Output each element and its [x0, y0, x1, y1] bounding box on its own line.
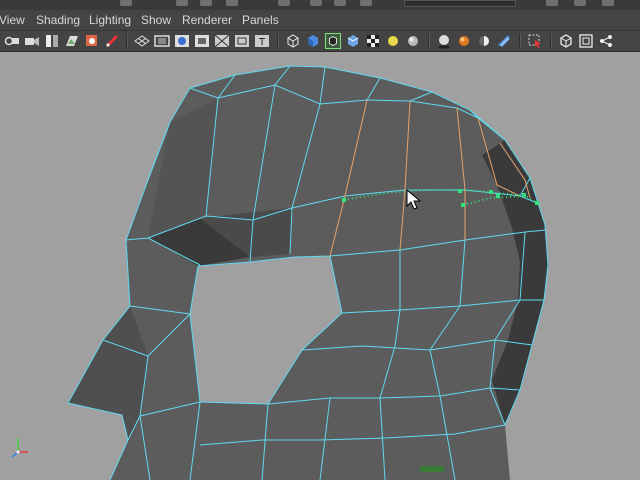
toolbar-separator: [126, 34, 128, 48]
resolution-gate-icon[interactable]: [174, 33, 190, 49]
camera-attributes-icon[interactable]: [24, 33, 40, 49]
xray-icon[interactable]: [558, 33, 574, 49]
toolbar-separator: [277, 34, 279, 48]
shelf-icon[interactable]: [200, 0, 212, 6]
default-light-icon[interactable]: [385, 33, 401, 49]
safe-action-icon[interactable]: [234, 33, 250, 49]
shadows-icon[interactable]: [436, 33, 452, 49]
field-chart-icon[interactable]: [214, 33, 230, 49]
shelf-icon[interactable]: [334, 0, 346, 6]
panel-toolbar: T: [0, 31, 640, 52]
wireframe-on-shaded-icon[interactable]: [325, 33, 341, 49]
panel-menu-bar: View Shading Lighting Show Renderer Pane…: [0, 10, 640, 31]
shelf-icon[interactable]: [226, 0, 238, 6]
image-plane-icon[interactable]: [64, 33, 80, 49]
shelf-icon[interactable]: [310, 0, 322, 6]
xray-joints-icon[interactable]: [578, 33, 594, 49]
menu-show[interactable]: Show: [141, 13, 171, 27]
manipulator-marker: [420, 466, 444, 472]
select-camera-icon[interactable]: [4, 33, 20, 49]
menu-view[interactable]: View: [0, 13, 25, 27]
smooth-shade-icon[interactable]: [305, 33, 321, 49]
safe-title-icon[interactable]: T: [254, 33, 270, 49]
grease-pencil-tool-icon[interactable]: [104, 33, 120, 49]
svg-text:T: T: [258, 37, 266, 48]
film-gate-icon[interactable]: [154, 33, 170, 49]
grease-pencil-icon[interactable]: [84, 33, 100, 49]
isolate-select-icon[interactable]: [527, 33, 543, 49]
textured-icon[interactable]: [345, 33, 361, 49]
view-axis-gizmo: [11, 438, 28, 458]
head-mesh[interactable]: [0, 52, 640, 480]
toolbar-separator: [428, 34, 430, 48]
search-field[interactable]: [404, 0, 516, 7]
top-toolbar-strip: [0, 0, 640, 10]
shelf-icon[interactable]: [546, 0, 558, 6]
3d-viewport[interactable]: [0, 52, 640, 480]
screen-space-ao-icon[interactable]: [456, 33, 472, 49]
all-lights-icon[interactable]: [405, 33, 421, 49]
xray-components-icon[interactable]: [598, 33, 614, 49]
motion-blur-icon[interactable]: [476, 33, 492, 49]
anti-aliasing-icon[interactable]: [496, 33, 512, 49]
grid-icon[interactable]: [134, 33, 150, 49]
shelf-icon[interactable]: [574, 0, 586, 6]
toolbar-separator: [550, 34, 552, 48]
shelf-icon[interactable]: [120, 0, 132, 6]
menu-panels[interactable]: Panels: [242, 13, 279, 27]
wireframe-icon[interactable]: [285, 33, 301, 49]
gate-mask-icon[interactable]: [194, 33, 210, 49]
checker-texture-icon[interactable]: [365, 33, 381, 49]
shelf-icon[interactable]: [278, 0, 290, 6]
shelf-icon[interactable]: [360, 0, 372, 6]
menu-lighting[interactable]: Lighting: [89, 13, 131, 27]
shelf-icon[interactable]: [176, 0, 188, 6]
toolbar-separator: [519, 34, 521, 48]
menu-shading[interactable]: Shading: [36, 13, 80, 27]
bookmarks-icon[interactable]: [44, 33, 60, 49]
menu-renderer[interactable]: Renderer: [182, 13, 232, 27]
shelf-icon[interactable]: [602, 0, 614, 6]
